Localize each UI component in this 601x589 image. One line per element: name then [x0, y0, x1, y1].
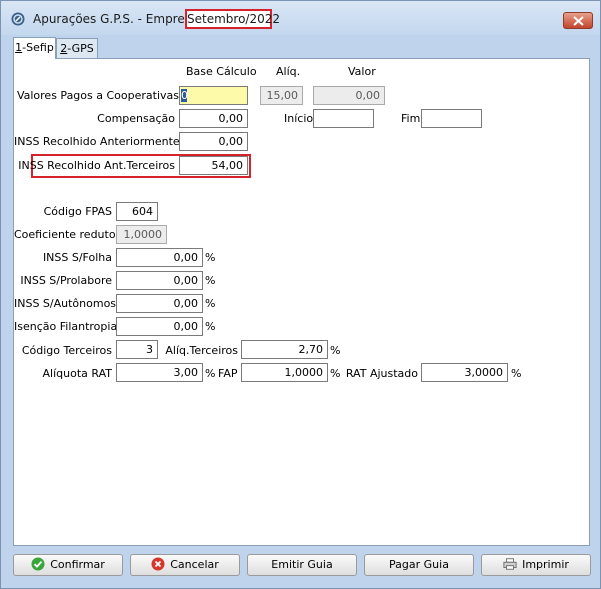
app-icon: [11, 12, 25, 26]
pagar-guia-label: Pagar Guia: [389, 558, 449, 571]
period-highlight: Setembro/2022: [185, 9, 280, 29]
inss-terceiros-input[interactable]: 54,00: [179, 156, 248, 175]
pagar-guia-button[interactable]: Pagar Guia: [364, 554, 474, 576]
confirmar-label: Confirmar: [50, 558, 105, 571]
isencao-unit: %: [205, 320, 216, 333]
inss-anterior-input[interactable]: 0,00: [179, 132, 248, 151]
emitir-guia-label: Emitir Guia: [271, 558, 333, 571]
cooperativas-label: Valores Pagos a Cooperativas: [16, 89, 179, 102]
inss-prolabore-input[interactable]: 0,00: [116, 271, 203, 290]
printer-icon: [503, 558, 517, 570]
fap-label: FAP: [218, 367, 238, 380]
sefip-panel: Base Cálculo Alíq. Valor Valores Pagos a…: [13, 58, 590, 546]
inicio-label: Início: [284, 112, 314, 125]
compensacao-label: Compensação: [97, 112, 175, 125]
cooperativas-base-value: 0: [181, 89, 188, 102]
codigo-terceiros-input[interactable]: 3: [116, 340, 158, 359]
rat-ajustado-label: RAT Ajustado: [345, 367, 418, 380]
aliquota-rat-input[interactable]: 3,00: [116, 363, 203, 382]
inss-folha-input[interactable]: 0,00: [116, 248, 203, 267]
aliquota-rat-unit: %: [205, 367, 216, 380]
fap-unit: %: [330, 367, 341, 380]
codigo-terceiros-label: Código Terceiros: [21, 344, 112, 357]
rat-ajustado-unit: %: [511, 367, 522, 380]
inss-anterior-label: INSS Recolhido Anteriormente: [14, 135, 180, 148]
header-aliq: Alíq.: [276, 65, 301, 78]
inss-prolabore-unit: %: [205, 274, 216, 287]
imprimir-label: Imprimir: [522, 558, 569, 571]
fap-input[interactable]: 1,0000: [241, 363, 328, 382]
coef-redutor-label: Coeficiente redutor: [14, 228, 121, 241]
coef-redutor-field: 1,0000: [116, 225, 167, 244]
inss-autonomos-unit: %: [205, 297, 216, 310]
confirmar-button[interactable]: Confirmar: [13, 554, 123, 576]
aliquota-rat-label: Alíquota RAT: [42, 367, 112, 380]
codigo-fpas-input[interactable]: 604: [116, 202, 158, 221]
cancelar-label: Cancelar: [170, 558, 219, 571]
cancel-icon: [151, 557, 165, 571]
cancelar-button[interactable]: Cancelar: [130, 554, 240, 576]
tab-gps[interactable]: 2-GPS: [56, 38, 98, 58]
inicio-input[interactable]: [313, 109, 374, 128]
isencao-label: Isenção Filantropia: [14, 320, 118, 333]
aliq-terceiros-input[interactable]: 2,70: [241, 340, 328, 359]
inss-terceiros-label: INSS Recolhido Ant.Terceiros: [18, 159, 175, 172]
compensacao-input[interactable]: 0,00: [179, 109, 248, 128]
rat-ajustado-input[interactable]: 3,0000: [421, 363, 508, 382]
tab-sefip[interactable]: 1-Sefip: [13, 37, 56, 59]
check-icon: [31, 557, 45, 571]
inss-folha-label: INSS S/Folha: [42, 251, 112, 264]
aliq-terceiros-unit: %: [330, 344, 341, 357]
imprimir-button[interactable]: Imprimir: [481, 554, 591, 576]
inss-folha-unit: %: [205, 251, 216, 264]
gps-window: Apurações G.P.S. - Empresa - Setembro/20…: [0, 0, 601, 589]
inss-prolabore-label: INSS S/Prolabore: [20, 274, 112, 287]
fim-label: Fim: [401, 112, 421, 125]
close-button[interactable]: [563, 12, 593, 29]
fim-input[interactable]: [421, 109, 482, 128]
header-base: Base Cálculo: [186, 65, 257, 78]
inss-autonomos-label: INSS S/Autônomos: [14, 297, 117, 310]
codigo-fpas-label: Código FPAS: [43, 205, 112, 218]
cooperativas-aliq-field: 15,00: [260, 86, 303, 105]
header-valor: Valor: [348, 65, 376, 78]
cooperativas-base-input[interactable]: 0: [179, 86, 248, 105]
title-bar[interactable]: Apurações G.P.S. - Empresa - Setembro/20…: [1, 1, 600, 35]
window-title: Apurações G.P.S. - Empresa -: [33, 12, 207, 26]
inss-autonomos-input[interactable]: 0,00: [116, 294, 203, 313]
close-icon: [573, 16, 584, 26]
emitir-guia-button[interactable]: Emitir Guia: [247, 554, 357, 576]
client-area: 1-Sefip 2-GPS Base Cálculo Alíq. Valor V…: [7, 35, 594, 583]
aliq-terceiros-label: Alíq.Terceiros: [165, 344, 238, 357]
isencao-input[interactable]: 0,00: [116, 317, 203, 336]
cooperativas-valor-field: 0,00: [313, 86, 385, 105]
